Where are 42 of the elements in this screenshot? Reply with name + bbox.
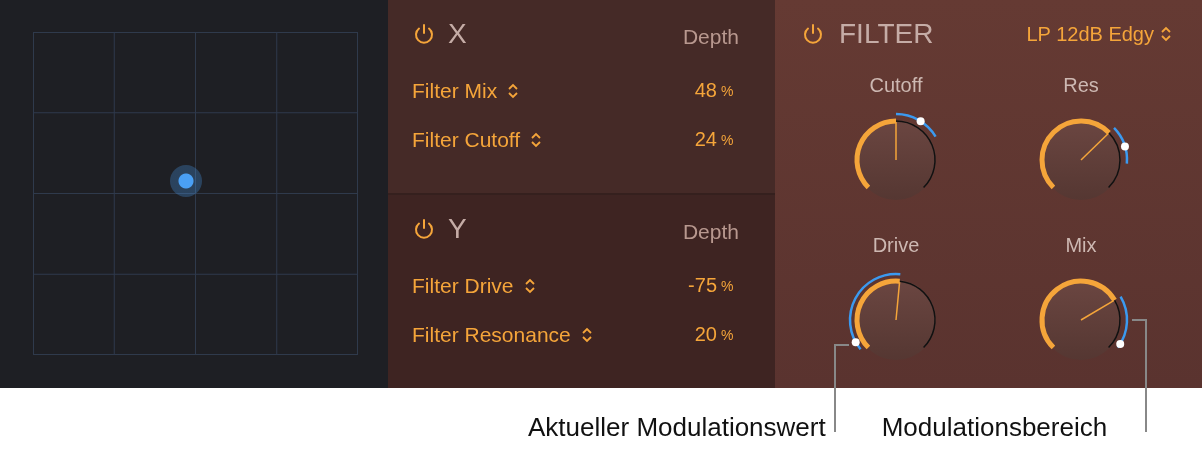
depth-value[interactable]: 24 bbox=[694, 128, 717, 151]
knob-label: Res bbox=[1063, 74, 1099, 97]
knob-label: Cutoff bbox=[869, 74, 923, 97]
callout-text: Modulationsbereich bbox=[881, 412, 1108, 443]
unit-label: % bbox=[721, 131, 735, 148]
modulation-dot bbox=[1116, 340, 1125, 349]
up-down-chevron-icon bbox=[530, 130, 543, 149]
modulation-dot bbox=[916, 117, 925, 126]
up-down-chevron-icon bbox=[507, 81, 520, 100]
filter-type-selector[interactable]: LP 12dB Edgy bbox=[1026, 22, 1172, 46]
unit-label: % bbox=[721, 326, 735, 343]
power-icon[interactable] bbox=[412, 217, 436, 241]
filter-title: FILTER bbox=[839, 18, 935, 50]
xy-puck[interactable] bbox=[169, 164, 202, 197]
modulator-title: X bbox=[448, 18, 468, 50]
target-selector[interactable]: Filter Resonance bbox=[412, 322, 571, 347]
depth-value[interactable]: 48 bbox=[694, 79, 717, 102]
modulation-range-arc bbox=[895, 112, 937, 138]
target-selector[interactable]: Filter Cutoff bbox=[412, 127, 521, 152]
modulation-dot bbox=[1120, 142, 1129, 151]
up-down-chevron-icon bbox=[580, 325, 593, 344]
target-selector[interactable]: Filter Mix bbox=[412, 78, 498, 103]
up-down-chevron-icon bbox=[1160, 25, 1172, 43]
power-icon[interactable] bbox=[412, 22, 436, 46]
unit-label: % bbox=[721, 82, 735, 99]
up-down-chevron-icon bbox=[523, 276, 536, 295]
modulator-title: Y bbox=[448, 213, 468, 245]
value-arc bbox=[854, 278, 900, 350]
value-arc bbox=[1039, 118, 1111, 190]
modulation-range-arc bbox=[1113, 127, 1129, 164]
depth-label: Depth bbox=[682, 25, 739, 49]
unit-label: % bbox=[721, 277, 735, 294]
depth-label: Depth bbox=[682, 220, 739, 244]
depth-value[interactable]: -75 bbox=[688, 274, 717, 297]
knob-label: Drive bbox=[872, 234, 920, 257]
depth-value[interactable]: 20 bbox=[694, 323, 717, 346]
callout-text: Aktueller Modulationswert bbox=[528, 412, 826, 443]
value-arc bbox=[854, 118, 897, 190]
power-icon[interactable] bbox=[801, 22, 825, 46]
target-selector[interactable]: Filter Drive bbox=[412, 273, 514, 298]
modulation-dot bbox=[851, 338, 860, 347]
knob-label: Mix bbox=[1065, 234, 1097, 257]
